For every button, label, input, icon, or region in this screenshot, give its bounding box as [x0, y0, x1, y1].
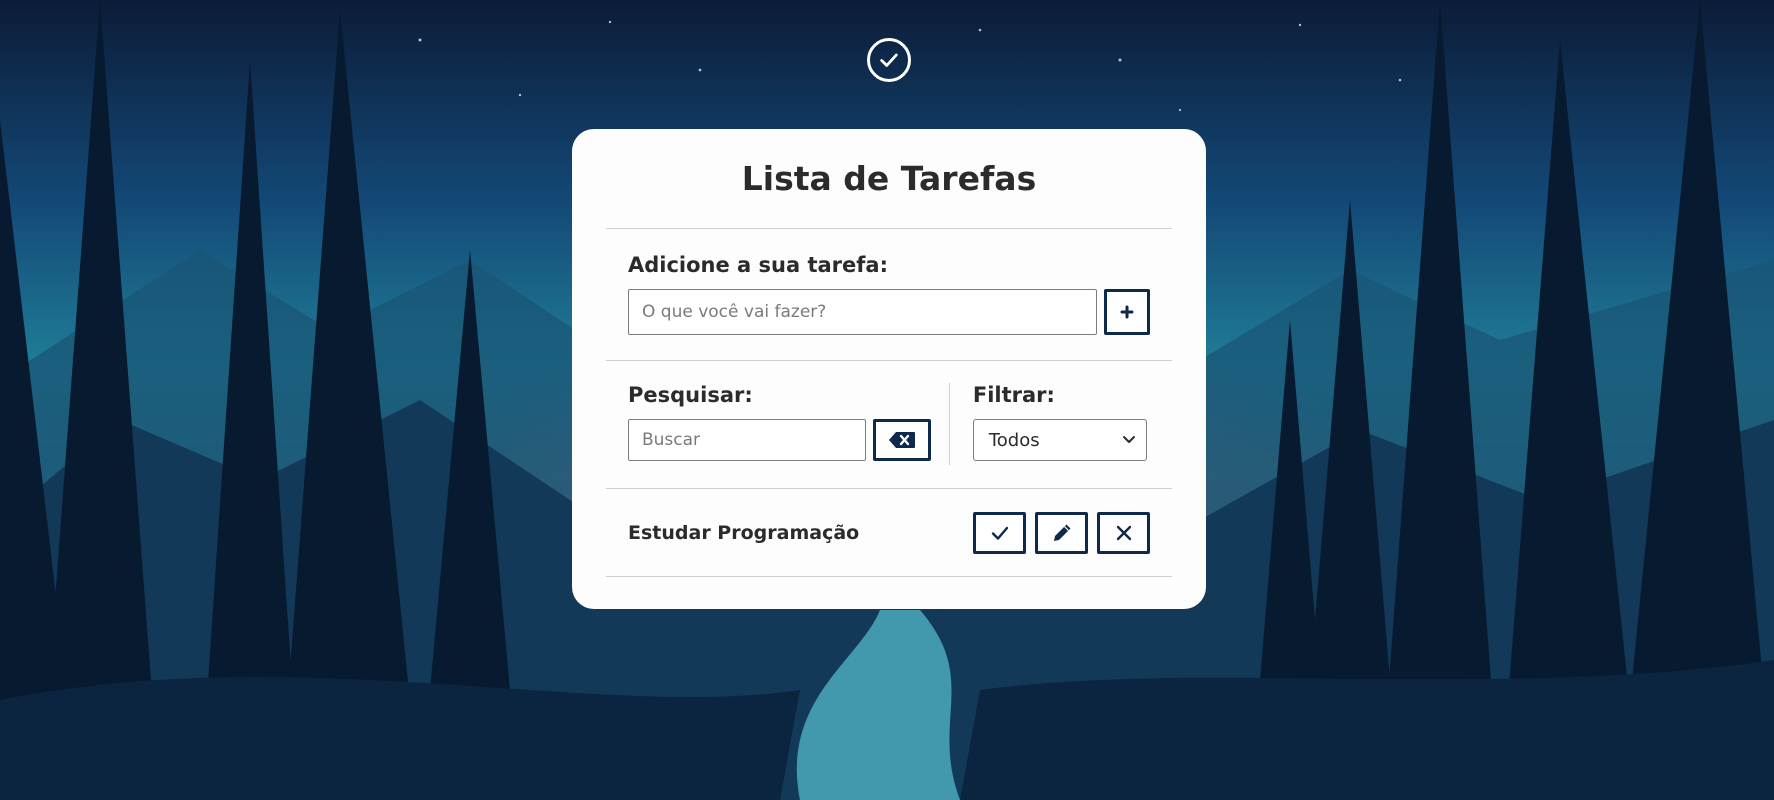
add-task-form: Adicione a sua tarefa: — [606, 229, 1172, 361]
backspace-icon — [889, 432, 915, 448]
filter-select[interactable]: Todos — [972, 419, 1147, 461]
page-title: Lista de Tarefas — [606, 129, 1172, 229]
remove-todo-button[interactable] — [1097, 511, 1150, 554]
add-task-button[interactable] — [1104, 289, 1150, 335]
chevron-down-icon — [1122, 436, 1135, 443]
close-icon — [1116, 525, 1131, 540]
complete-todo-button[interactable] — [973, 511, 1026, 554]
filter-label: Filtrar: — [972, 383, 1055, 407]
todo-card: Lista de Tarefas Adicione a sua tarefa: … — [572, 129, 1206, 609]
toolbar-divider — [948, 383, 950, 465]
pencil-icon — [1053, 524, 1070, 541]
filter-group: Filtrar: Todos — [972, 383, 1150, 461]
app-logo-check-icon — [867, 38, 911, 82]
search-input[interactable] — [628, 419, 866, 461]
todo-item: Estudar Programação — [606, 489, 1172, 577]
todo-item-actions — [964, 511, 1150, 554]
toolbar: Pesquisar: Filtrar: Todos — [606, 361, 1172, 489]
check-icon — [991, 526, 1008, 540]
plus-icon — [1120, 305, 1134, 319]
todo-item-text: Estudar Programação — [628, 521, 860, 544]
search-group: Pesquisar: — [628, 383, 949, 461]
add-task-label: Adicione a sua tarefa: — [628, 253, 888, 277]
edit-todo-button[interactable] — [1035, 511, 1088, 554]
filter-selected-value: Todos — [988, 429, 1040, 451]
clear-search-button[interactable] — [873, 419, 931, 461]
add-task-input[interactable] — [628, 289, 1098, 335]
search-label: Pesquisar: — [628, 383, 753, 407]
